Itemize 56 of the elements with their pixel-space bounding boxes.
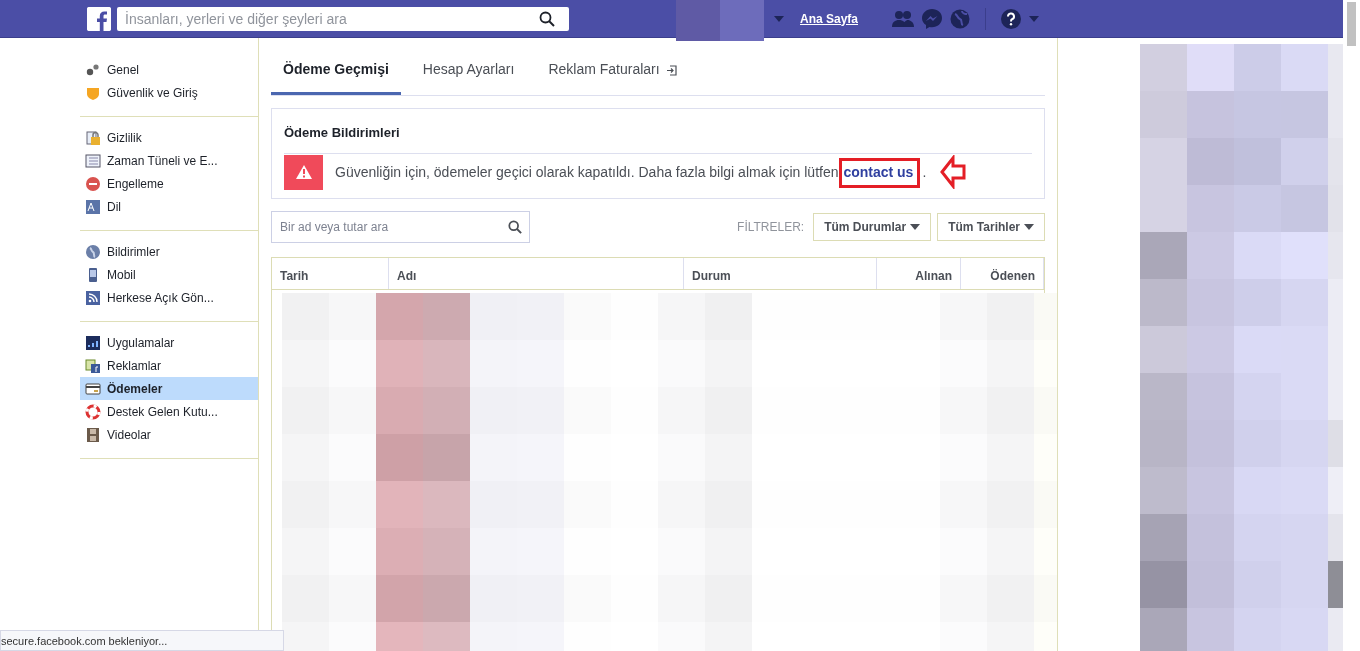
filter-dropdown[interactable]: Tüm Durumlar — [813, 213, 932, 241]
tab[interactable]: Ödeme Geçmişi — [271, 59, 401, 95]
sidebar-item[interactable]: Gizlilik — [80, 126, 258, 149]
rss-icon — [85, 289, 101, 306]
lifebuoy-icon — [85, 403, 101, 420]
window-icon — [85, 152, 101, 169]
logo-icon[interactable] — [87, 6, 111, 31]
film-icon — [85, 426, 101, 443]
column-header: Adı — [389, 258, 684, 289]
column-header: Durum — [684, 258, 877, 289]
chart-icon — [85, 334, 101, 351]
search-icon[interactable] — [508, 220, 522, 234]
globe-icon[interactable] — [949, 7, 972, 30]
sidebar-item[interactable]: Reklamlar — [80, 354, 258, 377]
sidebar-item[interactable]: Güvenlik ve Giriş — [80, 81, 258, 104]
flag-icon — [85, 357, 101, 374]
language-icon — [85, 198, 101, 215]
caret-icon[interactable] — [773, 14, 785, 23]
home-link[interactable]: Ana Sayfa — [800, 9, 859, 28]
arrow-icon — [940, 155, 967, 189]
search-field[interactable]: İnsanları, yerleri ve diğer şeyleri ara — [117, 6, 569, 31]
sidebar-item[interactable]: Uygulamalar — [80, 331, 258, 354]
notice-message: Güvenliğin için, ödemeler geçici olarak kapatıldı. Daha fazla bilgi almak için lütfen contact us . — [335, 161, 927, 183]
sidebar-item[interactable]: Engelleme — [80, 172, 258, 195]
search-icon[interactable] — [539, 10, 555, 27]
column-header: Alınan — [877, 258, 961, 289]
sidebar-item[interactable]: Herkese Açık Gön... — [80, 286, 258, 309]
tab[interactable]: Hesap Ayarları — [410, 59, 527, 95]
filter-dropdown[interactable]: Tüm Tarihler — [937, 213, 1045, 241]
caret-icon[interactable] — [1028, 14, 1041, 23]
sidebar-item[interactable]: Ödemeler — [80, 377, 258, 400]
messenger-icon[interactable] — [921, 7, 944, 30]
sidebar-item[interactable]: Videolar — [80, 423, 258, 446]
sidebar-item[interactable]: Dil — [80, 195, 258, 218]
sidebar-item[interactable]: Genel — [80, 58, 258, 81]
notice-title: Ödeme Bildirimleri — [284, 109, 1032, 154]
caret-icon — [910, 224, 921, 230]
padlock-icon — [85, 129, 101, 146]
search-field[interactable]: Bir ad veya tutar ara — [271, 211, 530, 243]
tab[interactable]: Reklam Faturaları — [536, 59, 689, 95]
block-icon — [85, 175, 101, 192]
contact-link[interactable]: contact us — [842, 160, 918, 185]
globe-icon — [85, 243, 101, 260]
friends-icon[interactable] — [891, 8, 916, 29]
sidebar-item[interactable]: Zaman Tüneli ve E... — [80, 149, 258, 172]
column-header: Tarih — [272, 258, 389, 289]
credit-card-icon — [85, 380, 101, 397]
sidebar-item[interactable]: Bildirimler — [80, 240, 258, 263]
status-bar: secure.facebook.com bekleniyor... — [0, 629, 284, 651]
sidebar-item[interactable]: Destek Gelen Kutu... — [80, 400, 258, 423]
help-icon[interactable] — [1000, 7, 1023, 30]
caret-icon — [1024, 224, 1034, 230]
column-header: Ödenen — [961, 258, 1044, 289]
sidebar-item[interactable]: Mobil — [80, 263, 258, 286]
warning-icon — [284, 154, 323, 190]
filters-label: FİLTRELER: — [737, 219, 805, 236]
